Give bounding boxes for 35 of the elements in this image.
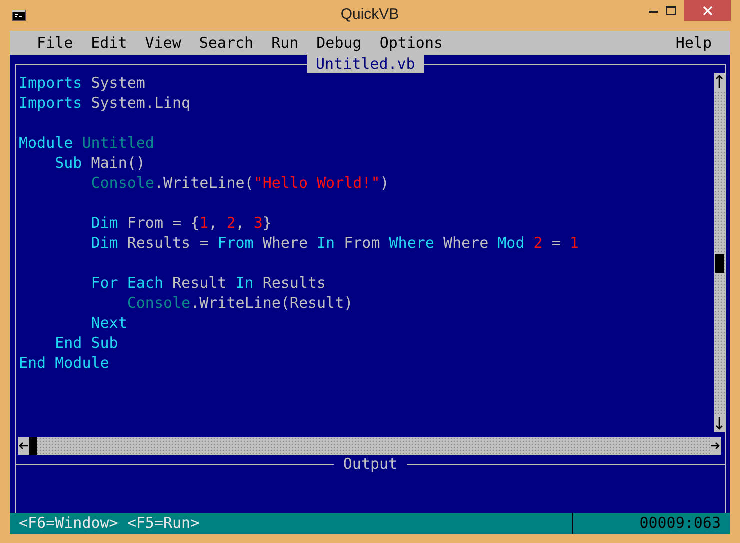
code-line: End Sub <box>54 333 118 353</box>
code-line: Imports System <box>19 73 146 93</box>
code-line: Dim Results = From Where In From Where Where Mod 2 = 1 <box>90 233 579 253</box>
up-arrow-icon[interactable] <box>714 73 725 91</box>
menu-item[interactable]: Run <box>262 33 308 53</box>
code-line: Imports System.Linq <box>19 93 191 113</box>
menu-item[interactable]: File <box>28 33 82 53</box>
code-line: Next <box>90 313 128 333</box>
key-hints: <F6=Window> <F5=Run> <box>19 513 200 534</box>
close-icon <box>702 6 712 16</box>
menu-item[interactable]: Search <box>190 33 263 53</box>
menu-item[interactable]: Options <box>370 33 452 53</box>
code-line: For Each Result In Results <box>90 273 326 293</box>
code-line: Console.WriteLine("Hello World!") <box>90 173 390 193</box>
menu-item[interactable]: Debug <box>308 33 371 53</box>
down-arrow-icon[interactable] <box>714 414 725 432</box>
code-line: Dim From = {1, 2, 3} <box>90 213 272 233</box>
code-line: End Module <box>19 353 110 373</box>
menu-item[interactable]: View <box>136 33 190 53</box>
horizontal-scrollbar[interactable] <box>18 437 721 455</box>
window-title: QuickVB <box>340 6 400 23</box>
maximize-icon[interactable] <box>666 6 676 15</box>
scroll-thumb[interactable] <box>29 437 37 455</box>
code-line: Console.WriteLine(Result) <box>126 293 354 313</box>
cursor-position: 00009:063 <box>640 513 721 534</box>
close-button[interactable] <box>684 0 731 21</box>
menu-item[interactable]: Help <box>666 33 721 53</box>
vertical-scrollbar[interactable] <box>714 73 725 432</box>
file-tab[interactable]: Untitled.vb <box>307 55 424 73</box>
console-icon <box>12 10 26 21</box>
output-title: Output <box>342 455 399 473</box>
code-line: Module Untitled <box>19 133 154 153</box>
scroll-thumb[interactable] <box>715 254 724 273</box>
menu-item[interactable]: Edit <box>82 33 136 53</box>
code-line: Sub Main() <box>54 153 146 173</box>
